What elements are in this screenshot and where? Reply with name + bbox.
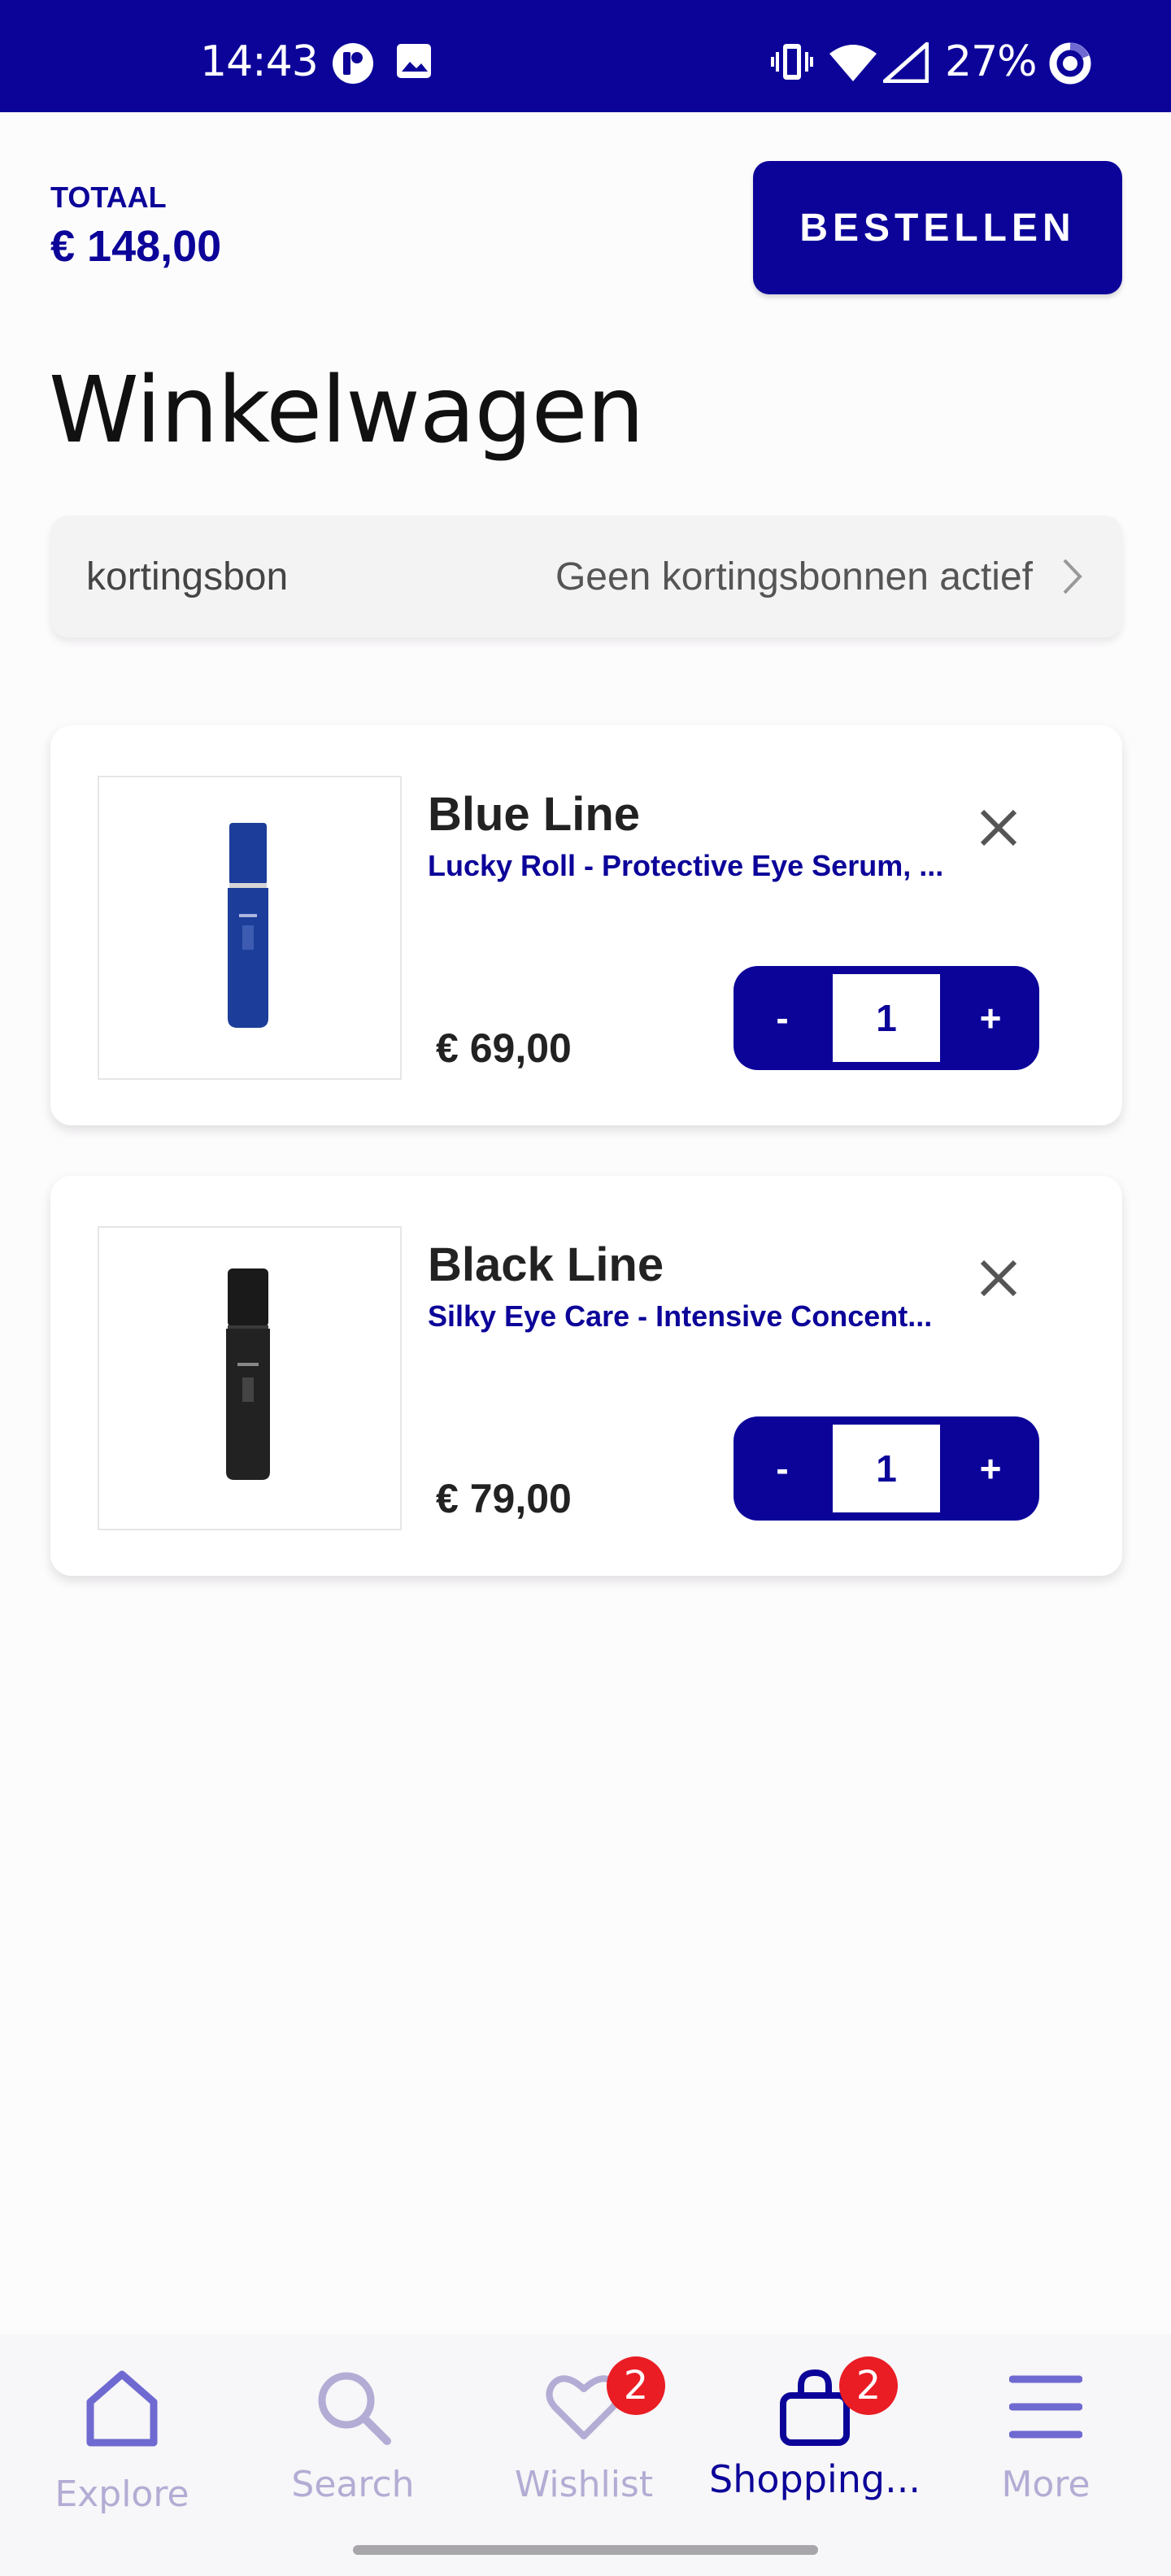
product-price: € 69,00 <box>436 1025 572 1071</box>
increase-quantity-button[interactable]: + <box>942 1416 1039 1521</box>
product-brand[interactable]: Black Line <box>428 1238 664 1292</box>
home-indicator[interactable] <box>353 2545 818 2555</box>
nav-item-shopping[interactable]: 2 Shopping... <box>698 2334 932 2529</box>
bottom-navigation: Explore Search 2 Wishlist 2 Shopping... … <box>0 2334 1171 2576</box>
status-time: 14:43 <box>200 37 319 86</box>
cart-item: Black Line Silky Eye Care - Intensive Co… <box>50 1176 1122 1576</box>
product-brand[interactable]: Blue Line <box>428 787 640 842</box>
home-icon <box>84 2366 160 2452</box>
product-image[interactable] <box>98 776 402 1080</box>
cart-item: Blue Line Lucky Roll - Protective Eye Se… <box>50 725 1122 1125</box>
increase-quantity-button[interactable]: + <box>942 966 1039 1070</box>
decrease-quantity-button[interactable]: - <box>734 1416 831 1521</box>
nav-item-explore[interactable]: Explore <box>5 2334 239 2529</box>
status-bar: 14:43 27% <box>0 0 1171 112</box>
total-label: TOTAAL <box>50 181 167 214</box>
decrease-quantity-button[interactable]: - <box>734 966 831 1070</box>
remove-item-button[interactable] <box>974 803 1023 852</box>
nav-item-wishlist[interactable]: 2 Wishlist <box>467 2334 701 2529</box>
coupon-status: Geen kortingsbonnen actief <box>555 555 1033 598</box>
total-value: € 148,00 <box>50 222 222 271</box>
product-image[interactable] <box>98 1226 402 1530</box>
page-title: Winkelwagen <box>49 358 644 463</box>
search-icon <box>312 2366 394 2452</box>
nav-label: Search <box>291 2464 415 2505</box>
serum-tube-icon <box>228 823 268 1028</box>
nav-item-search[interactable]: Search <box>236 2334 470 2529</box>
serum-tube-icon <box>226 1268 270 1480</box>
product-name[interactable]: Silky Eye Care - Intensive Concent... <box>428 1299 964 1334</box>
order-button[interactable]: BESTELLEN <box>753 161 1122 294</box>
close-icon <box>980 1260 1017 1297</box>
signal-icon <box>882 41 929 87</box>
quantity-stepper: - 1 + <box>734 1416 1039 1521</box>
nav-label: Wishlist <box>514 2464 654 2505</box>
battery-ring-icon <box>1047 41 1093 90</box>
quantity-value[interactable]: 1 <box>833 1425 940 1512</box>
nav-item-more[interactable]: More <box>929 2334 1163 2529</box>
product-price: € 79,00 <box>436 1476 572 1521</box>
cart-badge: 2 <box>839 2356 898 2415</box>
product-name[interactable]: Lucky Roll - Protective Eye Serum, ... <box>428 849 964 883</box>
app-notification-icon <box>332 42 374 89</box>
nav-label: Shopping... <box>709 2457 921 2501</box>
image-icon <box>395 42 433 84</box>
nav-label: Explore <box>54 2474 189 2515</box>
nav-label: More <box>1001 2464 1090 2505</box>
close-icon <box>980 809 1017 846</box>
vibrate-icon <box>769 41 815 87</box>
wifi-icon <box>828 42 878 87</box>
quantity-stepper: - 1 + <box>734 966 1039 1070</box>
chevron-right-icon <box>1062 558 1083 599</box>
menu-icon <box>1008 2374 1083 2443</box>
quantity-value[interactable]: 1 <box>833 974 940 1062</box>
coupon-label: kortingsbon <box>86 555 289 598</box>
battery-percentage: 27% <box>945 37 1038 86</box>
wishlist-badge: 2 <box>607 2356 665 2415</box>
coupon-row[interactable]: kortingsbon Geen kortingsbonnen actief <box>50 516 1122 637</box>
remove-item-button[interactable] <box>974 1254 1023 1303</box>
